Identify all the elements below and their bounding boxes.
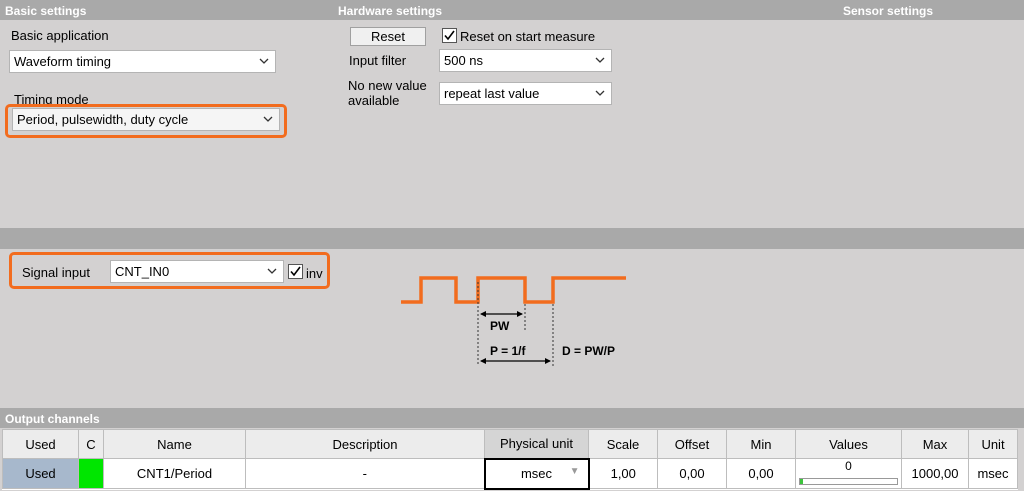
row-offset-cell[interactable]: 0,00 <box>657 458 727 489</box>
physical-unit-value: msec <box>520 466 553 481</box>
column-header-min[interactable]: Min <box>726 429 796 459</box>
chevron-down-icon <box>267 268 277 274</box>
waveform-diagram: PW P = 1/f D = PW/P <box>401 276 626 366</box>
no-new-value-value: repeat last value <box>444 86 540 101</box>
table-row[interactable]: Used CNT1/Period - msec ▼ 1,00 0,00 0,00… <box>2 457 1018 490</box>
basic-application-label: Basic application <box>11 28 109 43</box>
chevron-down-icon <box>595 57 605 63</box>
column-header-values[interactable]: Values <box>795 429 902 459</box>
dropdown-arrow-icon: ▼ <box>569 465 580 477</box>
settings-header-bar: Basic settings Hardware settings Sensor … <box>0 0 1024 20</box>
reset-on-start-label: Reset on start measure <box>460 29 596 44</box>
timing-mode-select[interactable]: Period, pulsewidth, duty cycle <box>12 108 280 131</box>
invert-checkbox[interactable] <box>288 264 303 279</box>
checkmark-icon <box>290 266 301 277</box>
column-header-description[interactable]: Description <box>245 429 485 459</box>
table-header-row: Used C Name Description Physical unit Sc… <box>2 429 1018 459</box>
column-header-offset[interactable]: Offset <box>657 429 727 459</box>
timing-mode-value: Period, pulsewidth, duty cycle <box>17 112 189 127</box>
row-unit-cell[interactable]: msec <box>968 458 1018 489</box>
section-divider <box>0 228 1024 249</box>
row-used-cell[interactable]: Used <box>2 458 79 489</box>
chevron-down-icon <box>263 116 273 122</box>
no-new-value-label-line1: No new value <box>348 78 427 93</box>
column-header-name[interactable]: Name <box>103 429 246 459</box>
pw-arrow-right-head <box>517 311 523 317</box>
basic-application-select[interactable]: Waveform timing <box>9 50 276 73</box>
row-min-cell[interactable]: 0,00 <box>726 458 796 489</box>
basic-application-value: Waveform timing <box>14 54 112 69</box>
basic-settings-header: Basic settings <box>5 4 87 18</box>
invert-label: inv <box>306 266 323 281</box>
hardware-settings-header: Hardware settings <box>338 4 443 18</box>
value-readout: 0 <box>845 459 852 473</box>
input-filter-select[interactable]: 500 ns <box>439 49 612 72</box>
row-max-cell[interactable]: 1000,00 <box>901 458 969 489</box>
row-color-cell[interactable] <box>78 458 104 489</box>
pw-label: PW <box>490 319 510 333</box>
row-physical-unit-cell[interactable]: msec ▼ <box>483 457 590 490</box>
value-level-bar <box>799 478 898 485</box>
period-arrow-right-head <box>545 358 551 364</box>
input-filter-label: Input filter <box>349 53 407 68</box>
signal-input-label: Signal input <box>22 265 90 280</box>
column-header-scale[interactable]: Scale <box>588 429 658 459</box>
row-values-cell[interactable]: 0 <box>795 458 902 489</box>
row-description-cell[interactable]: - <box>245 458 485 489</box>
input-filter-value: 500 ns <box>444 53 484 68</box>
duty-cycle-label: D = PW/P <box>562 344 615 358</box>
no-new-value-label-line2: available <box>348 93 400 108</box>
reset-button[interactable]: Reset <box>350 27 426 46</box>
signal-input-value: CNT_IN0 <box>115 264 170 279</box>
row-scale-cell[interactable]: 1,00 <box>588 458 658 489</box>
period-label: P = 1/f <box>490 344 526 358</box>
row-name-cell[interactable]: CNT1/Period <box>103 458 246 489</box>
output-channels-header-bar: Output channels <box>0 408 1024 428</box>
chevron-down-icon <box>595 90 605 96</box>
value-level-fill <box>800 479 803 484</box>
chevron-down-icon <box>259 58 269 64</box>
output-channels-header: Output channels <box>5 412 100 426</box>
period-arrow-left-head <box>480 358 486 364</box>
column-header-max[interactable]: Max <box>901 429 969 459</box>
column-header-physical-unit[interactable]: Physical unit <box>484 429 589 459</box>
checkmark-icon <box>444 30 455 41</box>
column-header-used[interactable]: Used <box>2 429 79 459</box>
column-header-color[interactable]: C <box>78 429 104 459</box>
column-header-unit[interactable]: Unit <box>968 429 1018 459</box>
no-new-value-select[interactable]: repeat last value <box>439 82 612 105</box>
reset-on-start-checkbox[interactable] <box>442 28 457 43</box>
signal-input-select[interactable]: CNT_IN0 <box>110 260 284 283</box>
waveform-signal <box>401 276 626 304</box>
sensor-settings-header: Sensor settings <box>843 4 934 18</box>
channel-color-swatch[interactable] <box>79 459 103 488</box>
pw-arrow-left-head <box>480 311 486 317</box>
output-channels-table: Used C Name Description Physical unit Sc… <box>2 429 1018 490</box>
